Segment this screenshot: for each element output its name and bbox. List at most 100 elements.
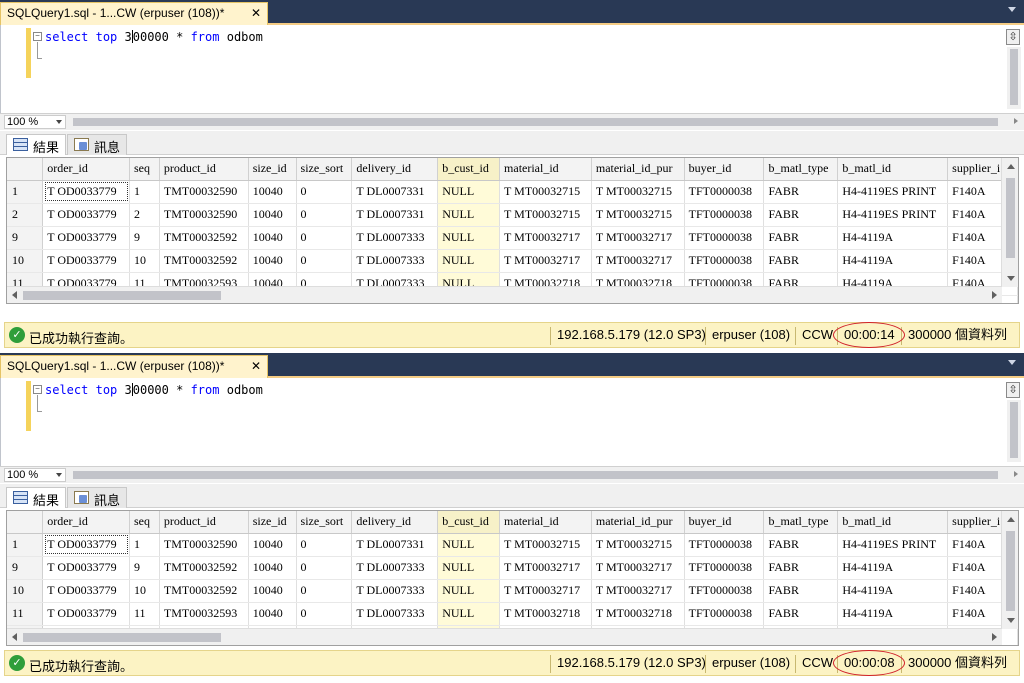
table-cell[interactable]: 10040 <box>248 180 297 204</box>
column-header[interactable]: b_matl_id <box>837 511 949 534</box>
table-row[interactable]: 9T OD0033779 9 TMT00032592 10040 0 T DL000733… <box>7 226 1018 250</box>
scroll-right-icon[interactable] <box>1014 471 1018 477</box>
row-number[interactable]: 11 <box>7 602 44 626</box>
table-cell[interactable]: NULL <box>437 203 501 227</box>
table-cell[interactable]: T OD0033779 <box>42 533 130 557</box>
table-cell[interactable]: 10040 <box>248 602 297 626</box>
table-cell[interactable]: T MT00032717 <box>499 249 592 273</box>
table-cell[interactable]: FABR <box>763 249 839 273</box>
table-cell[interactable]: T MT00032717 <box>591 226 685 250</box>
table-cell[interactable]: 10 <box>129 249 160 273</box>
column-header[interactable]: seq <box>129 511 160 534</box>
table-cell[interactable]: TMT00032590 <box>159 533 249 557</box>
table-cell[interactable]: 10040 <box>248 579 297 603</box>
column-header[interactable]: delivery_id <box>351 511 439 534</box>
table-cell[interactable]: TMT00032590 <box>159 203 249 227</box>
editor-vertical-scrollbar[interactable] <box>1007 47 1021 109</box>
column-header[interactable]: order_id <box>42 158 130 181</box>
table-row[interactable]: 1T OD0033779 1 TMT00032590 10040 0 T DL000733… <box>7 180 1018 204</box>
table-cell[interactable]: 10040 <box>248 556 297 580</box>
column-header[interactable]: material_id_pur <box>591 158 685 181</box>
column-header[interactable]: b_cust_id <box>437 158 501 181</box>
table-row[interactable]: 11 T OD0033779 11 TMT00032593 10040 0 T DL0007… <box>7 602 1018 626</box>
table-cell[interactable]: TFT0000038 <box>684 579 765 603</box>
table-cell[interactable]: NULL <box>437 556 501 580</box>
table-cell[interactable]: T DL0007333 <box>351 579 439 603</box>
row-number[interactable]: 10 <box>7 579 44 603</box>
table-cell[interactable]: FABR <box>763 556 839 580</box>
table-cell[interactable]: 0 <box>296 249 353 273</box>
chevron-down-icon[interactable] <box>56 473 62 477</box>
column-header[interactable]: b_matl_type <box>763 158 839 181</box>
table-cell[interactable]: NULL <box>437 226 501 250</box>
table-cell[interactable]: T MT00032717 <box>591 556 685 580</box>
query-editor[interactable]: − select top 300000 * from odbom ⇳ <box>0 378 1024 466</box>
table-cell[interactable]: T OD0033779 <box>42 180 130 204</box>
table-cell[interactable]: 10040 <box>248 203 297 227</box>
table-cell[interactable]: T MT00032715 <box>499 180 592 204</box>
table-cell[interactable]: FABR <box>763 533 839 557</box>
scroll-up-icon[interactable] <box>1007 517 1015 522</box>
chevron-down-icon[interactable] <box>1008 7 1016 12</box>
table-cell[interactable]: TFT0000038 <box>684 556 765 580</box>
table-cell[interactable]: NULL <box>437 602 501 626</box>
tab-results[interactable]: 結果 <box>6 134 67 155</box>
table-cell[interactable]: TFT0000038 <box>684 226 765 250</box>
table-cell[interactable]: T MT00032715 <box>591 203 685 227</box>
table-cell[interactable]: TMT00032590 <box>159 180 249 204</box>
scrollbar-thumb[interactable] <box>1010 402 1018 458</box>
scroll-right-icon[interactable] <box>992 291 997 299</box>
table-cell[interactable]: T MT00032715 <box>591 533 685 557</box>
chevron-down-icon[interactable] <box>56 120 62 124</box>
tab-messages[interactable]: 訊息 <box>67 134 128 155</box>
column-header[interactable]: b_matl_id <box>837 158 949 181</box>
table-cell[interactable]: T MT00032718 <box>591 602 685 626</box>
table-row[interactable]: 9T OD0033779 9 TMT00032592 10040 0 T DL000733… <box>7 556 1018 580</box>
tab-results[interactable]: 結果 <box>6 487 67 508</box>
table-cell[interactable]: NULL <box>437 180 501 204</box>
table-cell[interactable]: H4-4119ES PRINT <box>837 203 949 227</box>
grid-vertical-scrollbar[interactable] <box>1001 158 1018 287</box>
column-header[interactable]: order_id <box>42 511 130 534</box>
scroll-right-icon[interactable] <box>992 633 997 641</box>
header-corner[interactable] <box>7 158 44 181</box>
table-cell[interactable]: T MT00032718 <box>499 602 592 626</box>
table-cell[interactable]: T OD0033779 <box>42 602 130 626</box>
scrollbar-thumb[interactable] <box>73 471 998 479</box>
header-corner[interactable] <box>7 511 44 534</box>
scroll-up-icon[interactable] <box>1007 164 1015 169</box>
column-header[interactable]: material_id_pur <box>591 511 685 534</box>
tab-messages[interactable]: 訊息 <box>67 487 128 508</box>
editor-vertical-scrollbar[interactable] <box>1007 400 1021 462</box>
table-cell[interactable]: T OD0033779 <box>42 556 130 580</box>
table-cell[interactable]: TMT00032592 <box>159 226 249 250</box>
document-tab[interactable]: SQLQuery1.sql - 1...CW (erpuser (108))* … <box>0 355 268 378</box>
table-cell[interactable]: H4-4119A <box>837 226 949 250</box>
table-cell[interactable]: H4-4119A <box>837 579 949 603</box>
table-cell[interactable]: H4-4119A <box>837 556 949 580</box>
chevron-down-icon[interactable] <box>1008 360 1016 365</box>
grid-horizontal-scrollbar[interactable] <box>7 628 1002 645</box>
table-cell[interactable]: T OD0033779 <box>42 203 130 227</box>
table-cell[interactable]: 0 <box>296 579 353 603</box>
table-cell[interactable]: TMT00032592 <box>159 556 249 580</box>
table-cell[interactable]: 9 <box>129 226 160 250</box>
sql-code-line[interactable]: select top 300000 * from odbom <box>45 383 263 397</box>
table-cell[interactable]: 1 <box>129 533 160 557</box>
column-header[interactable]: product_id <box>159 158 249 181</box>
table-cell[interactable]: TFT0000038 <box>684 249 765 273</box>
scrollbar-thumb[interactable] <box>1010 49 1018 105</box>
table-cell[interactable]: TFT0000038 <box>684 203 765 227</box>
column-header[interactable]: size_sort <box>296 511 353 534</box>
column-header[interactable]: b_matl_type <box>763 511 839 534</box>
table-cell[interactable]: 1 <box>129 180 160 204</box>
row-number[interactable]: 10 <box>7 249 44 273</box>
grid-horizontal-scrollbar[interactable] <box>7 286 1002 303</box>
table-cell[interactable]: T DL0007333 <box>351 602 439 626</box>
table-cell[interactable]: 0 <box>296 180 353 204</box>
editor-horizontal-scrollbar[interactable] <box>68 468 1008 482</box>
table-cell[interactable]: 11 <box>129 602 160 626</box>
scrollbar-thumb[interactable] <box>1006 531 1015 611</box>
table-cell[interactable]: FABR <box>763 579 839 603</box>
table-row[interactable]: 10 T OD0033779 10 TMT00032592 10040 0 T DL0007… <box>7 579 1018 603</box>
